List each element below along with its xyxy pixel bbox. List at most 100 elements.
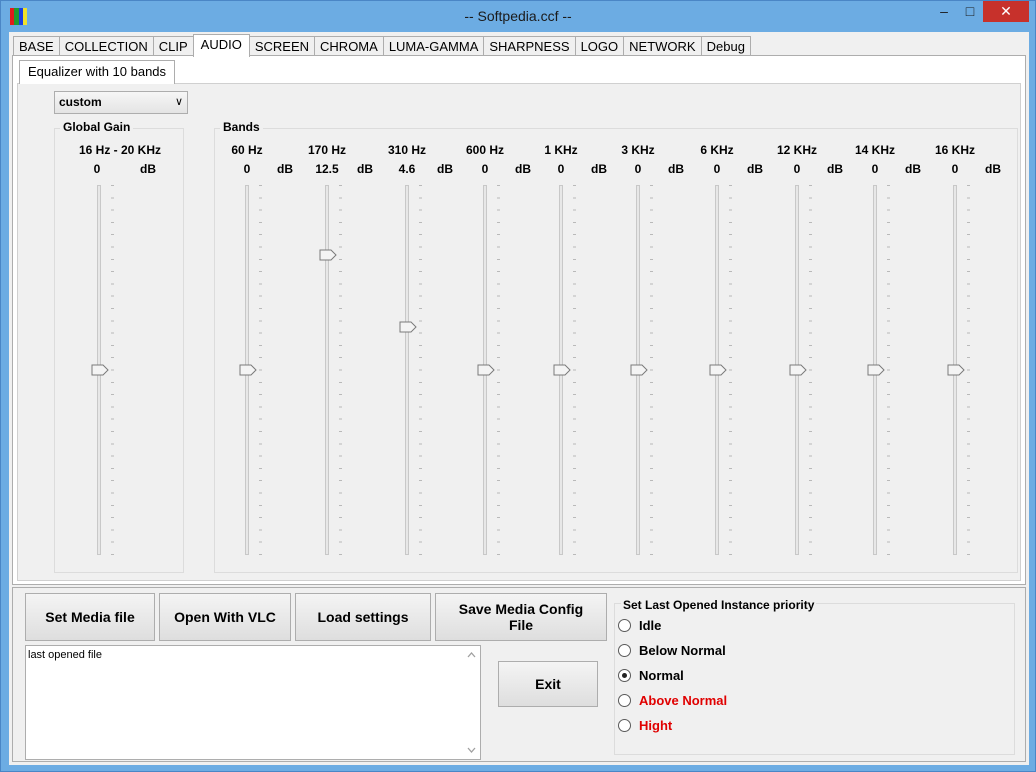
- tab-bar: BASE COLLECTION CLIP AUDIO SCREEN CHROMA…: [13, 34, 751, 57]
- bands-group: Bands 60 Hz 0 dB 170 Hz 12.5 dB 310 Hz 4.6 dB 600…: [214, 120, 1018, 573]
- band-slider-thumb-6-khz[interactable]: [709, 364, 727, 376]
- tab-clip[interactable]: CLIP: [152, 36, 194, 56]
- band-unit-12-khz: dB: [827, 162, 843, 176]
- priority-hight-label: Hight: [639, 717, 673, 733]
- client-area: BASE COLLECTION CLIP AUDIO SCREEN CHROMA…: [9, 32, 1029, 765]
- band-ticks-12-khz: [809, 185, 812, 555]
- band-ticks-3-khz: [650, 185, 653, 555]
- band-slider-thumb-16-khz[interactable]: [947, 364, 965, 376]
- band-freq-6-khz: 6 KHz: [700, 143, 734, 157]
- minimize-button[interactable]: –: [931, 1, 957, 22]
- maximize-button[interactable]: □: [957, 1, 983, 22]
- priority-above-normal-radio[interactable]: Above Normal: [618, 691, 727, 709]
- preset-select[interactable]: custom ∨: [54, 91, 188, 114]
- radio-circle-hight: [618, 718, 631, 732]
- tab-luma-gamma[interactable]: LUMA-GAMMA: [382, 36, 485, 56]
- audio-tab-page: Equalizer with 10 bands custom ∨ Global …: [12, 55, 1026, 585]
- band-freq-1-khz: 1 KHz: [544, 143, 578, 157]
- band-ticks-6-khz: [729, 185, 732, 555]
- band-slider-thumb-1-khz[interactable]: [553, 364, 571, 376]
- priority-normal-label: Normal: [639, 667, 684, 683]
- tab-network[interactable]: NETWORK: [623, 36, 702, 56]
- open-with-vlc-button[interactable]: Open With VLC: [159, 593, 291, 641]
- band-track-310-hz: [405, 185, 409, 555]
- close-button[interactable]: ✕: [983, 1, 1029, 22]
- band-ticks-14-khz: [887, 185, 890, 555]
- band-value-3-khz: 0: [634, 162, 642, 176]
- band-unit-170-hz: dB: [357, 162, 373, 176]
- band-unit-14-khz: dB: [905, 162, 921, 176]
- bands-title: Bands: [220, 120, 263, 134]
- log-scrollbar[interactable]: [463, 646, 480, 759]
- band-value-600-hz: 0: [481, 162, 489, 176]
- band-ticks-60-hz: [259, 185, 262, 555]
- band-unit-60-hz: dB: [277, 162, 293, 176]
- tab-debug[interactable]: Debug: [700, 36, 751, 56]
- band-value-60-hz: 0: [243, 162, 251, 176]
- band-ticks-16-khz: [967, 185, 970, 555]
- app-window: -- Softpedia.ccf -- – □ ✕ BASE COLLECTIO…: [0, 0, 1036, 772]
- preset-value: custom: [59, 95, 102, 109]
- radio-circle-above-normal: [618, 693, 631, 707]
- tab-base[interactable]: BASE: [13, 36, 60, 56]
- title-bar[interactable]: -- Softpedia.ccf -- – □ ✕: [1, 1, 1035, 32]
- global-gain-range: 16 Hz - 20 KHz: [78, 143, 162, 157]
- priority-idle-label: Idle: [639, 617, 662, 633]
- band-freq-600-hz: 600 Hz: [465, 143, 505, 157]
- global-gain-slider-thumb[interactable]: [91, 364, 109, 376]
- band-unit-3-khz: dB: [668, 162, 684, 176]
- tab-collection[interactable]: COLLECTION: [58, 36, 154, 56]
- band-unit-16-khz: dB: [985, 162, 1001, 176]
- band-slider-thumb-170-hz[interactable]: [319, 249, 337, 261]
- priority-hight-radio[interactable]: Hight: [618, 716, 672, 734]
- radio-circle-below-normal: [618, 643, 631, 657]
- priority-title: Set Last Opened Instance priority: [621, 598, 817, 612]
- priority-below-normal-label: Below Normal: [639, 642, 726, 658]
- set-media-file-button[interactable]: Set Media file: [25, 593, 155, 641]
- band-freq-16-khz: 16 KHz: [934, 143, 975, 157]
- tab-sharpness[interactable]: SHARPNESS: [483, 36, 576, 56]
- priority-idle-radio[interactable]: Idle: [618, 616, 661, 634]
- priority-normal-radio[interactable]: Normal: [618, 666, 684, 684]
- band-ticks-310-hz: [419, 185, 422, 555]
- global-gain-ticks: [111, 185, 114, 555]
- band-freq-310-hz: 310 Hz: [387, 143, 427, 157]
- band-slider-thumb-3-khz[interactable]: [630, 364, 648, 376]
- band-freq-170-hz: 170 Hz: [307, 143, 347, 157]
- chevron-down-icon: ∨: [174, 96, 183, 108]
- band-value-310-hz: 4.6: [398, 162, 416, 176]
- tab-screen[interactable]: SCREEN: [248, 36, 316, 56]
- band-value-14-khz: 0: [871, 162, 879, 176]
- bottom-panel: Set Media file Open With VLC Load settin…: [12, 587, 1026, 762]
- global-gain-unit: dB: [140, 162, 156, 176]
- window-title: -- Softpedia.ccf --: [464, 8, 572, 24]
- equalizer-page: custom ∨ Global Gain 16 Hz - 20 KHz 0 dB…: [17, 83, 1021, 581]
- band-freq-3-khz: 3 KHz: [621, 143, 655, 157]
- band-unit-6-khz: dB: [747, 162, 763, 176]
- band-value-12-khz: 0: [793, 162, 801, 176]
- tab-equalizer[interactable]: Equalizer with 10 bands: [19, 60, 176, 84]
- band-value-1-khz: 0: [557, 162, 565, 176]
- global-gain-title: Global Gain: [60, 120, 134, 134]
- band-slider-thumb-12-khz[interactable]: [789, 364, 807, 376]
- band-slider-thumb-60-hz[interactable]: [239, 364, 257, 376]
- exit-button[interactable]: Exit: [498, 661, 598, 707]
- tab-logo[interactable]: LOGO: [574, 36, 625, 56]
- log-text: last opened file: [28, 649, 102, 661]
- band-value-6-khz: 0: [713, 162, 721, 176]
- tab-audio[interactable]: AUDIO: [192, 34, 250, 57]
- band-slider-thumb-310-hz[interactable]: [399, 321, 417, 333]
- band-value-170-hz: 12.5: [315, 162, 339, 176]
- band-slider-thumb-600-hz[interactable]: [477, 364, 495, 376]
- save-media-config-button[interactable]: Save Media Config File: [435, 593, 607, 641]
- last-opened-log[interactable]: last opened file: [25, 645, 481, 760]
- band-slider-thumb-14-khz[interactable]: [867, 364, 885, 376]
- priority-above-normal-label: Above Normal: [639, 692, 728, 708]
- band-ticks-170-hz: [339, 185, 342, 555]
- band-track-170-hz: [325, 185, 329, 555]
- tab-chroma[interactable]: CHROMA: [314, 36, 384, 56]
- band-unit-310-hz: dB: [437, 162, 453, 176]
- load-settings-button[interactable]: Load settings: [295, 593, 431, 641]
- radio-circle-idle: [618, 618, 631, 632]
- priority-below-normal-radio[interactable]: Below Normal: [618, 641, 726, 659]
